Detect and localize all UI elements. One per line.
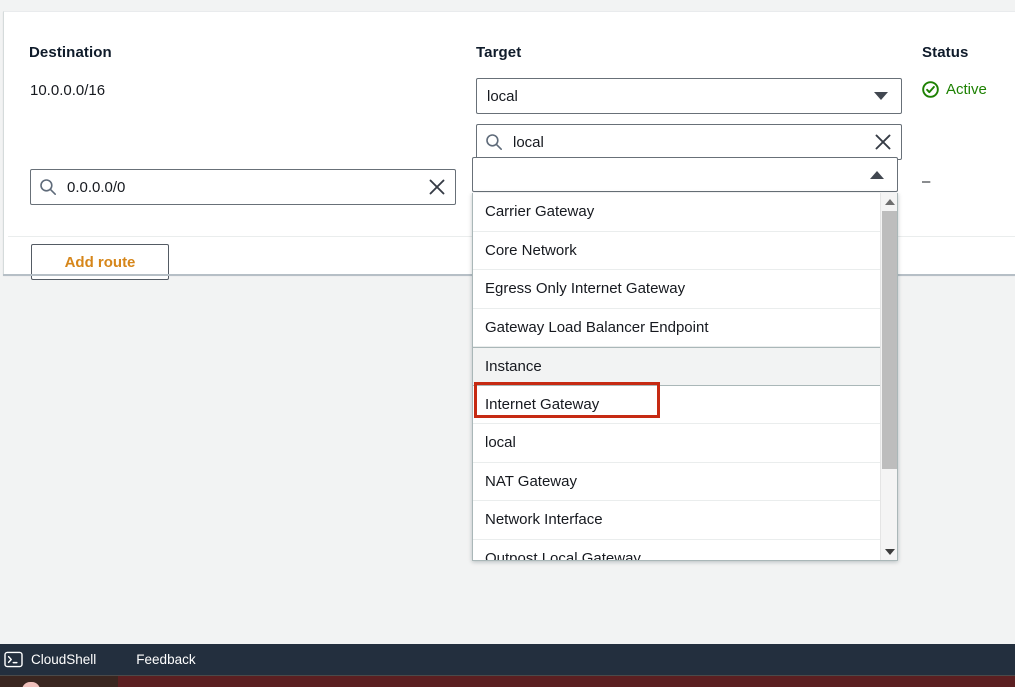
status-badge: Active <box>922 81 987 98</box>
search-icon <box>40 179 57 196</box>
column-header-status: Status <box>922 44 969 61</box>
target-options-list[interactable]: Carrier Gateway Core Network Egress Only I… <box>473 193 897 560</box>
close-x-icon[interactable] <box>427 177 447 197</box>
target-options-dropdown[interactable]: Carrier Gateway Core Network Egress Only I… <box>472 193 898 561</box>
target-option[interactable]: Egress Only Internet Gateway <box>473 270 897 309</box>
target-option[interactable]: Gateway Load Balancer Endpoint <box>473 308 897 347</box>
target-filter-value: local <box>513 133 544 151</box>
os-taskbar-strip <box>0 675 1015 687</box>
target-combobox-row2[interactable] <box>472 157 898 192</box>
destination-input[interactable]: 0.0.0.0/0 <box>30 169 456 205</box>
target-option[interactable]: Instance <box>473 347 897 386</box>
search-icon <box>486 134 503 151</box>
target-option[interactable]: Carrier Gateway <box>473 193 897 232</box>
target-option[interactable]: Network Interface <box>473 501 897 540</box>
target-option[interactable]: Outpost Local Gateway <box>473 539 897 561</box>
scroll-up-arrow-icon[interactable] <box>881 193 897 210</box>
screen: Destination Target Status 10.0.0.0/16 Ac… <box>0 0 1015 687</box>
target-option-label: Gateway Load Balancer Endpoint <box>485 318 709 336</box>
target-option[interactable]: Core Network <box>473 231 897 270</box>
target-option-label: local <box>485 434 516 452</box>
check-circle-icon <box>922 81 939 98</box>
cloudshell-terminal-icon[interactable] <box>4 651 23 668</box>
target-option[interactable]: Internet Gateway <box>473 385 897 424</box>
console-bottom-bar: CloudShell Feedback <box>0 644 1015 675</box>
scrollbar-thumb[interactable] <box>882 211 897 469</box>
target-option[interactable]: local <box>473 424 897 463</box>
target-option-label: NAT Gateway <box>485 472 577 490</box>
target-select-row1[interactable]: local <box>476 78 902 114</box>
column-header-destination: Destination <box>29 44 112 61</box>
target-option[interactable]: NAT Gateway <box>473 462 897 501</box>
close-x-icon[interactable] <box>873 132 893 152</box>
target-filter-input[interactable]: local <box>476 124 902 160</box>
taskbar-maroon-region <box>118 676 1015 687</box>
target-option-label: Outpost Local Gateway <box>485 549 641 561</box>
feedback-link[interactable]: Feedback <box>136 652 195 667</box>
target-option-label: Egress Only Internet Gateway <box>485 280 686 298</box>
chevron-up-icon <box>870 170 884 179</box>
target-option-label: Instance <box>485 357 542 375</box>
route-destination-value: 10.0.0.0/16 <box>30 82 106 99</box>
destination-input-value: 0.0.0.0/0 <box>67 178 126 196</box>
target-option-label: Internet Gateway <box>485 395 600 413</box>
target-option-label: Core Network <box>485 241 577 259</box>
dropdown-scrollbar[interactable] <box>880 193 897 560</box>
target-option-label: Carrier Gateway <box>485 203 595 221</box>
scroll-down-arrow-icon[interactable] <box>881 543 897 560</box>
column-header-target: Target <box>476 44 522 61</box>
cloudshell-label[interactable]: CloudShell <box>31 652 96 667</box>
status-label: Active <box>946 81 987 98</box>
target-select-value: local <box>487 87 518 105</box>
target-option-label: Network Interface <box>485 511 603 529</box>
route-status-empty: – <box>922 173 931 190</box>
chevron-down-icon <box>874 92 888 100</box>
